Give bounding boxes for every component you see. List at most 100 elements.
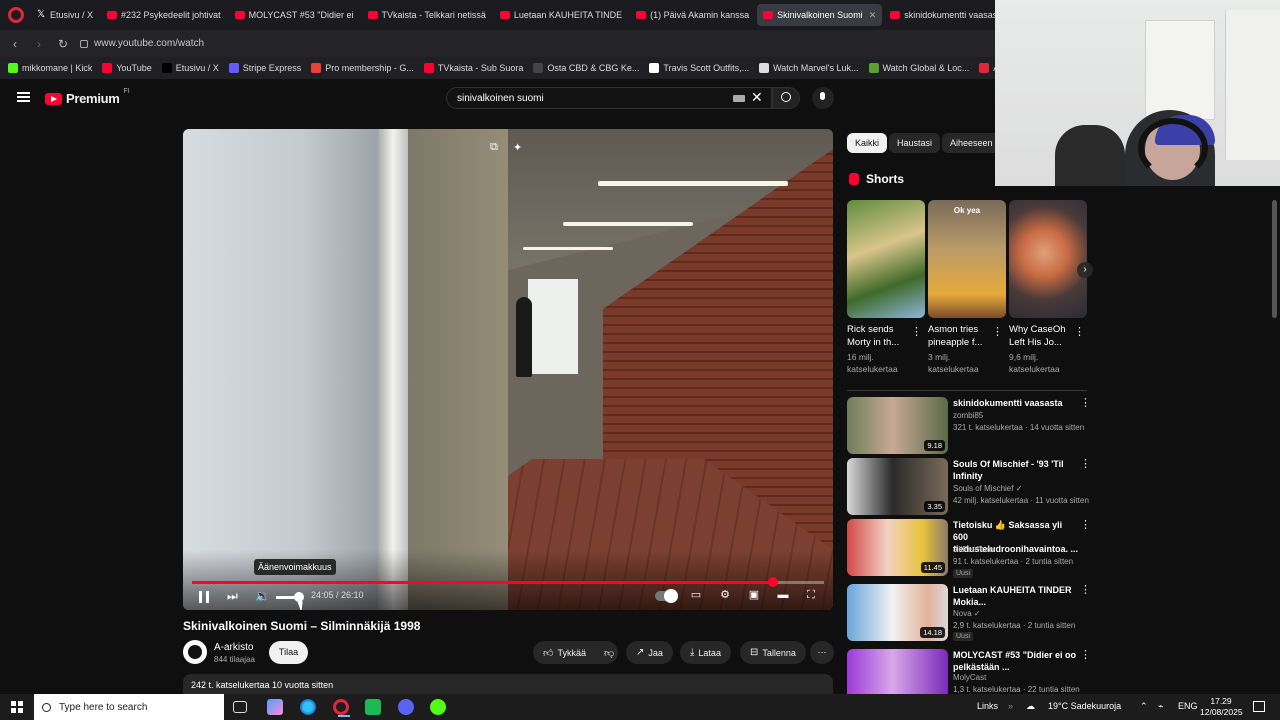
bookmark-item[interactable]: Etusivu / X bbox=[161, 63, 219, 73]
recommended-channel[interactable]: Nova ✓ bbox=[953, 609, 981, 618]
bookmark-item[interactable]: TVkaista - Sub Suora bbox=[423, 63, 523, 73]
short-thumbnail[interactable] bbox=[1009, 200, 1087, 318]
kebab-menu-icon[interactable]: ⋮ bbox=[992, 327, 1003, 338]
short-title[interactable]: Asmon tries pineapple f... bbox=[928, 323, 990, 349]
toolbar-chevron-icon[interactable]: » bbox=[1008, 701, 1013, 711]
keyboard-icon[interactable] bbox=[733, 95, 745, 102]
chip-from-your-search[interactable]: Haustasi bbox=[889, 133, 941, 153]
edge-browser-icon[interactable] bbox=[300, 699, 316, 715]
browser-tab[interactable]: skinidokumentti vaasasta bbox=[884, 4, 1011, 26]
recommended-thumbnail[interactable]: 3.35 bbox=[847, 458, 948, 515]
like-button[interactable]: 👍︎ Tykkää 👎︎ bbox=[533, 641, 618, 664]
network-icon[interactable]: ⌁ bbox=[1158, 701, 1163, 712]
taskbar-search-input[interactable]: Type here to search bbox=[34, 694, 224, 720]
recommended-channel[interactable]: zombi85 bbox=[953, 411, 983, 420]
thumbs-down-icon[interactable]: 👎︎ bbox=[604, 647, 614, 659]
browser-tab[interactable]: #232 Psykedeelit johtivat bbox=[101, 4, 227, 26]
task-view-icon[interactable] bbox=[233, 701, 247, 713]
recommended-channel[interactable]: Souls of Mischief ✓ bbox=[953, 484, 1022, 493]
more-actions-button[interactable]: ⋯ bbox=[810, 641, 834, 664]
short-title[interactable]: Rick sends Morty in th... bbox=[847, 323, 909, 349]
channel-avatar[interactable] bbox=[183, 640, 207, 664]
kebab-menu-icon[interactable]: ⋮ bbox=[1080, 398, 1091, 409]
weather-icon[interactable]: ☁ bbox=[1026, 701, 1035, 712]
recommended-thumbnail[interactable] bbox=[847, 649, 948, 694]
recommended-channel[interactable]: JillPeePuro bbox=[953, 545, 993, 554]
bookmark-item[interactable]: A$AP ROCKY x PU... bbox=[979, 63, 995, 73]
miniplayer-icon[interactable]: ⧉ bbox=[490, 141, 498, 154]
recommended-title[interactable]: MOLYCAST #53 "Didier ei oo pelkästään ..… bbox=[953, 649, 1078, 673]
menu-icon[interactable] bbox=[17, 92, 30, 102]
channel-name[interactable]: A-arkisto bbox=[214, 642, 253, 653]
volume-icon[interactable]: 🔉 bbox=[255, 589, 270, 603]
bookmark-item[interactable]: Travis Scott Outfits,... bbox=[649, 63, 749, 73]
miniplayer-button-icon[interactable]: ▣ bbox=[747, 589, 761, 602]
browser-tab[interactable]: Skinivalkoinen Suomi ✕ bbox=[757, 4, 883, 26]
bookmark-item[interactable]: Watch Marvel's Luk... bbox=[759, 63, 859, 73]
short-thumbnail[interactable] bbox=[847, 200, 925, 318]
forward-icon[interactable]: › bbox=[32, 37, 46, 51]
opera-browser-icon[interactable] bbox=[333, 699, 350, 717]
recommended-title[interactable]: Souls Of Mischief - '93 'Til Infinity bbox=[953, 458, 1078, 482]
copilot-icon[interactable] bbox=[267, 699, 283, 715]
recommended-thumbnail[interactable]: 9.18 bbox=[847, 397, 948, 454]
settings-gear-icon[interactable]: ⚙ bbox=[718, 589, 732, 602]
recommended-thumbnail[interactable]: 11.45 bbox=[847, 519, 948, 576]
description-box[interactable]: 242 t. katselukertaa 10 vuotta sitten bbox=[183, 674, 833, 694]
subtitles-icon[interactable]: ▭ bbox=[689, 589, 703, 602]
recommended-thumbnail[interactable]: 14.18 bbox=[847, 584, 948, 641]
kebab-menu-icon[interactable]: ⋮ bbox=[911, 327, 922, 338]
next-icon[interactable]: ⏭ bbox=[227, 589, 238, 603]
shorts-next-chevron-icon[interactable]: › bbox=[1077, 262, 1093, 278]
kebab-menu-icon[interactable]: ⋮ bbox=[1080, 459, 1091, 470]
kebab-menu-icon[interactable]: ⋮ bbox=[1080, 585, 1091, 596]
bookmark-item[interactable]: mikkomane | Kick bbox=[8, 63, 92, 73]
ambient-mode-icon[interactable]: ✦ bbox=[513, 141, 522, 154]
browser-tab[interactable]: Luetaan KAUHEITA TINDE bbox=[494, 4, 628, 26]
autoplay-toggle-icon[interactable] bbox=[655, 589, 678, 603]
voice-search-icon[interactable] bbox=[812, 87, 834, 109]
bookmark-item[interactable]: Pro membership - G... bbox=[311, 63, 414, 73]
close-tab-icon[interactable]: ✕ bbox=[869, 10, 877, 21]
share-button[interactable]: ↗ Jaa bbox=[626, 641, 673, 664]
browser-tab[interactable]: MOLYCAST #53 "Didier ei bbox=[229, 4, 360, 26]
search-button[interactable] bbox=[772, 87, 800, 109]
language-indicator[interactable]: ENG bbox=[1178, 701, 1198, 711]
progress-bar[interactable] bbox=[192, 577, 824, 587]
search-input[interactable]: sinivalkoinen suomi bbox=[446, 87, 772, 109]
page-scrollbar[interactable] bbox=[1272, 200, 1277, 318]
bookmark-item[interactable]: Watch Global & Loc... bbox=[868, 63, 969, 73]
browser-tab[interactable]: 𝕏 Etusivu / X bbox=[30, 4, 99, 26]
chip-related[interactable]: Aiheeseen l bbox=[942, 133, 995, 153]
notifications-icon[interactable] bbox=[1253, 701, 1265, 712]
recommended-title[interactable]: skinidokumentti vaasasta bbox=[953, 397, 1078, 409]
weather-text[interactable]: 19°C Sadekuuroja bbox=[1048, 701, 1121, 711]
links-toolbar[interactable]: Links bbox=[977, 701, 998, 711]
subscribe-button[interactable]: Tilaa bbox=[269, 641, 308, 664]
reload-icon[interactable]: ↻ bbox=[56, 37, 70, 51]
bookmark-item[interactable]: Stripe Express bbox=[228, 63, 301, 73]
taskbar-clock[interactable]: 17.29 12/08/2025 bbox=[1200, 696, 1243, 718]
recommended-channel[interactable]: MolyCast bbox=[953, 673, 986, 682]
kebab-menu-icon[interactable]: ⋮ bbox=[1080, 520, 1091, 531]
url-field[interactable]: www.youtube.com/watch bbox=[80, 38, 204, 49]
download-button[interactable]: ⤓ Lataa bbox=[680, 641, 731, 664]
chip-all[interactable]: Kaikki bbox=[847, 133, 888, 153]
youtube-logo[interactable]: Premium FI bbox=[45, 88, 130, 106]
bookmark-item[interactable]: YouTube bbox=[102, 63, 152, 73]
kebab-menu-icon[interactable]: ⋮ bbox=[1074, 327, 1085, 338]
windows-start-icon[interactable] bbox=[11, 701, 23, 713]
pause-icon[interactable] bbox=[199, 591, 209, 603]
short-title[interactable]: Why CaseOh Left His Jo... bbox=[1009, 323, 1071, 349]
xbox-icon[interactable] bbox=[430, 699, 446, 715]
browser-tab[interactable]: TVkaista - Telkkari netissä bbox=[362, 4, 492, 26]
fullscreen-icon[interactable]: ⛶ bbox=[804, 589, 818, 602]
browser-tab[interactable]: (1) Päivä Akamin kanssa bbox=[630, 4, 755, 26]
theater-mode-icon[interactable]: ▬ bbox=[776, 589, 790, 602]
video-player[interactable]: ⧉ ✦ Äänenvoimakkuus ⏭ 🔉 24:05 / 26:10 ▭ … bbox=[183, 129, 833, 610]
back-icon[interactable]: ‹ bbox=[8, 37, 22, 51]
kebab-menu-icon[interactable]: ⋮ bbox=[1080, 650, 1091, 661]
discord-icon[interactable] bbox=[398, 699, 414, 715]
clear-search-icon[interactable]: ✕ bbox=[751, 90, 763, 104]
recommended-title[interactable]: Luetaan KAUHEITA TINDER Mokia... bbox=[953, 584, 1078, 608]
